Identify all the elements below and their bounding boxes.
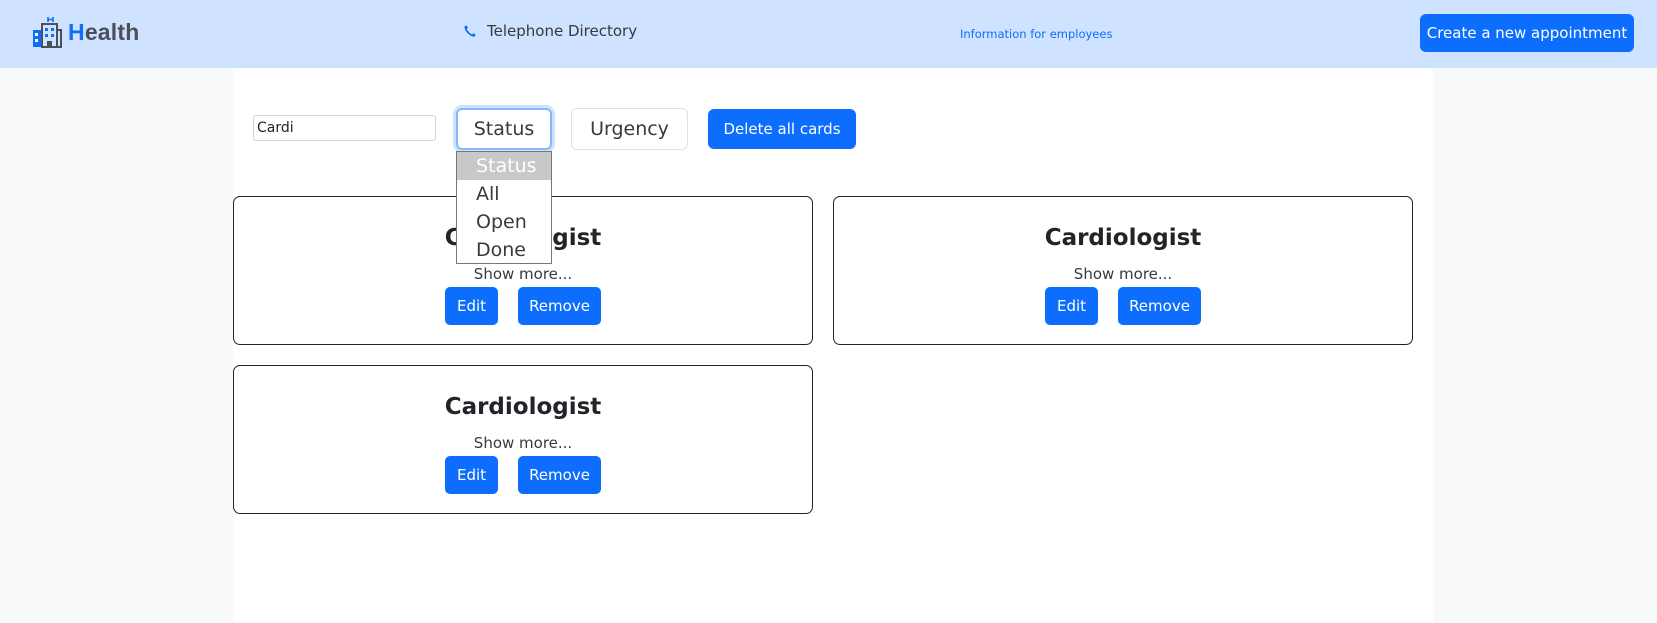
logo-text-rest: ealth [84,18,140,45]
card-title: Cardiologist [1044,225,1202,251]
remove-button[interactable]: Remove [518,456,601,494]
top-navbar: Health Telephone Directory Information f… [0,0,1657,68]
show-more-link[interactable]: Show more... [834,265,1412,283]
create-appointment-button[interactable]: Create a new appointment [1420,14,1634,52]
phone-icon [464,25,476,37]
status-option-open[interactable]: Open [457,208,551,236]
status-dropdown-list: Status All Open Done [456,151,552,264]
status-option-all[interactable]: All [457,180,551,208]
hospital-icon [33,17,62,48]
delete-all-cards-button[interactable]: Delete all cards [708,109,856,149]
urgency-select-value: Urgency [590,118,669,140]
card-title: Cardiologist [444,394,602,420]
employee-info-link[interactable]: Information for employees [960,27,1112,41]
visit-card: Cardiologist Show more... Edit Remove [833,196,1413,345]
status-select[interactable]: Status [456,108,552,150]
telephone-directory-link[interactable]: Telephone Directory [463,22,637,40]
logo-text-prefix: H [68,18,85,45]
main-content: Status Urgency Delete all cards Cardiolo… [233,68,1433,623]
urgency-select[interactable]: Urgency [571,108,688,150]
telephone-directory-label: Telephone Directory [487,22,638,40]
show-more-link[interactable]: Show more... [234,265,812,283]
logo[interactable]: Health [32,16,140,48]
remove-button[interactable]: Remove [1118,287,1201,325]
logo-text: Health [68,19,140,46]
remove-button[interactable]: Remove [518,287,601,325]
show-more-link[interactable]: Show more... [234,434,812,452]
status-select-value: Status [473,118,535,140]
edit-button[interactable]: Edit [445,456,498,494]
status-option-status[interactable]: Status [457,152,551,180]
edit-button[interactable]: Edit [1045,287,1098,325]
status-option-done[interactable]: Done [457,236,551,264]
edit-button[interactable]: Edit [445,287,498,325]
visit-card: Cardiologist Show more... Edit Remove [233,365,813,514]
search-input[interactable] [253,115,436,141]
